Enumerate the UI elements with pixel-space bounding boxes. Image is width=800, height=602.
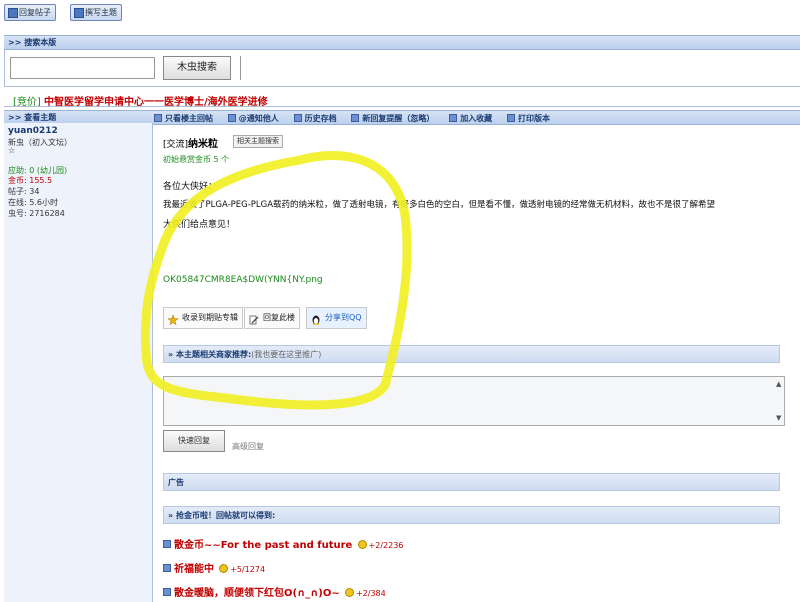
highlight-annotation <box>140 151 412 410</box>
